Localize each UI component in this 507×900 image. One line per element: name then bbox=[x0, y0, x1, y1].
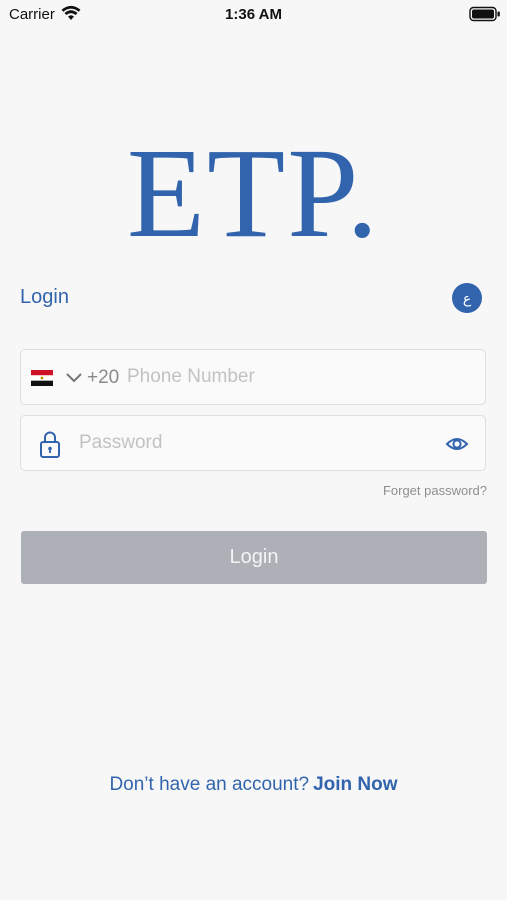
dial-code: +20 bbox=[87, 367, 120, 388]
logo-dot: . bbox=[346, 122, 381, 264]
signup-row: Don’t have an account? Join Now bbox=[0, 774, 507, 796]
phone-number-input[interactable] bbox=[127, 358, 467, 396]
clock: 1:36 AM bbox=[225, 6, 282, 23]
join-now-link[interactable]: Join Now bbox=[313, 774, 397, 795]
status-bar: Carrier 1:36 AM bbox=[0, 0, 507, 30]
etp-logo: ETP. bbox=[0, 128, 507, 258]
logo-text: ETP bbox=[126, 122, 347, 264]
egypt-flag-icon[interactable] bbox=[31, 370, 53, 386]
chevron-down-icon[interactable] bbox=[66, 373, 82, 383]
lock-icon bbox=[40, 431, 60, 458]
phone-field: +20 bbox=[20, 349, 486, 405]
login-button[interactable]: Login bbox=[21, 531, 487, 584]
signup-prompt: Don’t have an account? bbox=[109, 774, 310, 795]
battery-icon bbox=[469, 6, 500, 22]
forget-password-link[interactable]: Forget password? bbox=[383, 483, 487, 498]
page-title: Login bbox=[20, 286, 69, 308]
eye-icon[interactable] bbox=[445, 433, 469, 455]
password-field bbox=[20, 415, 486, 471]
password-input[interactable] bbox=[79, 424, 429, 462]
language-toggle-button[interactable]: ع bbox=[452, 283, 482, 313]
